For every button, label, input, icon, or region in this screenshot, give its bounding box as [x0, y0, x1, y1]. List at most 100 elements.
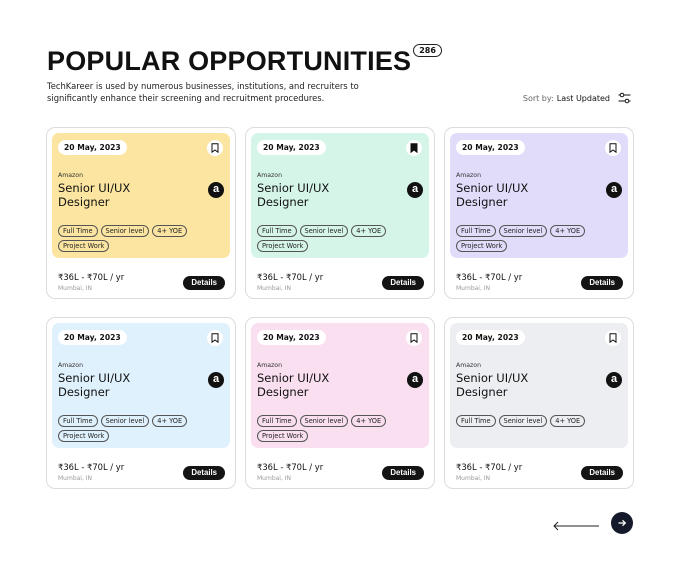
card-header-panel: 20 May, 2023 Amazon Senior UI/UX Designer a… — [52, 133, 230, 258]
posted-date: 20 May, 2023 — [58, 140, 127, 155]
job-location: Mumbai, IN — [257, 285, 292, 292]
job-location: Mumbai, IN — [456, 285, 491, 292]
bookmark-icon[interactable] — [406, 330, 422, 346]
job-card[interactable]: 20 May, 2023 Amazon Senior UI/UX Designer a… — [444, 317, 634, 489]
card-header-panel: 20 May, 2023 Amazon Senior UI/UX Designer a… — [251, 323, 429, 448]
job-tags: Full Time Senior level 4+ YOE — [456, 415, 616, 427]
arrow-left-icon[interactable] — [552, 517, 600, 531]
job-tag: Senior level — [100, 225, 150, 237]
card-header-panel: 20 May, 2023 Amazon Senior UI/UX Designer a… — [251, 133, 429, 258]
job-tag: Full Time — [456, 415, 496, 427]
sort-label: Sort by: — [522, 93, 554, 103]
bookmark-icon[interactable] — [207, 330, 223, 346]
job-tags: Full Time Senior level 4+ YOE Project Work — [456, 225, 616, 252]
amazon-logo-icon: a — [208, 182, 224, 198]
posted-date: 20 May, 2023 — [257, 330, 326, 345]
title-row: POPULAR OPPORTUNITIES 286 — [47, 44, 637, 78]
job-card[interactable]: 20 May, 2023 Amazon Senior UI/UX Designer a… — [245, 127, 435, 299]
job-tag: 4+ YOE — [351, 415, 387, 427]
job-tag: Senior level — [299, 225, 349, 237]
posted-date: 20 May, 2023 — [58, 330, 127, 345]
job-card[interactable]: 20 May, 2023 Amazon Senior UI/UX Designer a… — [444, 127, 634, 299]
job-tag: Full Time — [257, 225, 297, 237]
salary-range: ₹36L - ₹70L / yr — [257, 272, 324, 282]
job-tag: 4+ YOE — [152, 225, 188, 237]
posted-date: 20 May, 2023 — [456, 330, 525, 345]
job-tag: Senior level — [498, 225, 548, 237]
sort-control[interactable]: Sort by: Last Updated — [523, 92, 631, 104]
job-tag: Senior level — [498, 415, 548, 427]
salary-range: ₹36L - ₹70L / yr — [456, 272, 523, 282]
details-button[interactable]: Details — [183, 466, 225, 480]
job-title: Senior UI/UX Designer — [257, 181, 330, 209]
job-location: Mumbai, IN — [257, 475, 292, 482]
card-header-panel: 20 May, 2023 Amazon Senior UI/UX Designer a… — [52, 323, 230, 448]
job-tag: Senior level — [299, 415, 349, 427]
details-button[interactable]: Details — [183, 276, 225, 290]
arrow-right-icon — [618, 519, 627, 527]
amazon-logo-icon: a — [407, 182, 423, 198]
company-name: Amazon — [58, 172, 84, 179]
salary-range: ₹36L - ₹70L / yr — [257, 462, 324, 472]
job-card[interactable]: 20 May, 2023 Amazon Senior UI/UX Designer a… — [245, 317, 435, 489]
bookmark-icon[interactable] — [207, 140, 223, 156]
job-tag: 4+ YOE — [550, 225, 586, 237]
job-card[interactable]: 20 May, 2023 Amazon Senior UI/UX Designer a… — [46, 127, 236, 299]
job-tag: Full Time — [456, 225, 496, 237]
page-title: POPULAR OPPORTUNITIES — [47, 46, 412, 76]
card-header-panel: 20 May, 2023 Amazon Senior UI/UX Designer a… — [450, 133, 628, 258]
amazon-logo-icon: a — [407, 372, 423, 388]
job-tag: 4+ YOE — [351, 225, 387, 237]
bookmark-icon[interactable] — [406, 140, 422, 156]
job-title: Senior UI/UX Designer — [456, 371, 529, 399]
job-tag: Project Work — [58, 240, 110, 252]
job-tag: Full Time — [58, 415, 98, 427]
job-card[interactable]: 20 May, 2023 Amazon Senior UI/UX Designer a… — [46, 317, 236, 489]
job-tag: 4+ YOE — [550, 415, 586, 427]
posted-date: 20 May, 2023 — [456, 140, 525, 155]
job-tags: Full Time Senior level 4+ YOE Project Work — [257, 415, 417, 442]
job-title: Senior UI/UX Designer — [456, 181, 529, 209]
company-name: Amazon — [456, 172, 482, 179]
company-name: Amazon — [58, 362, 84, 369]
details-button[interactable]: Details — [581, 466, 623, 480]
job-tag: Senior level — [100, 415, 150, 427]
job-tag: Full Time — [58, 225, 98, 237]
job-tags: Full Time Senior level 4+ YOE Project Work — [58, 225, 218, 252]
count-badge: 286 — [413, 44, 442, 57]
salary-range: ₹36L - ₹70L / yr — [58, 272, 125, 282]
company-name: Amazon — [456, 362, 482, 369]
job-title: Senior UI/UX Designer — [58, 181, 131, 209]
pagination — [552, 511, 634, 535]
posted-date: 20 May, 2023 — [257, 140, 326, 155]
bookmark-icon[interactable] — [605, 330, 621, 346]
job-tag: Project Work — [257, 430, 309, 442]
details-button[interactable]: Details — [382, 466, 424, 480]
amazon-logo-icon: a — [208, 372, 224, 388]
sort-value[interactable]: Last Updated — [557, 94, 610, 103]
card-header-panel: 20 May, 2023 Amazon Senior UI/UX Designer a… — [450, 323, 628, 448]
job-title: Senior UI/UX Designer — [257, 371, 330, 399]
amazon-logo-icon: a — [606, 372, 622, 388]
company-name: Amazon — [257, 172, 283, 179]
job-location: Mumbai, IN — [58, 475, 93, 482]
page-subtitle: TechKareer is used by numerous businesse… — [47, 81, 359, 103]
company-name: Amazon — [257, 362, 283, 369]
job-tag: Full Time — [257, 415, 297, 427]
salary-range: ₹36L - ₹70L / yr — [456, 462, 523, 472]
job-location: Mumbai, IN — [58, 285, 93, 292]
job-tag: 4+ YOE — [152, 415, 188, 427]
bookmark-icon[interactable] — [605, 140, 621, 156]
job-tags: Full Time Senior level 4+ YOE Project Work — [58, 415, 218, 442]
job-tag: Project Work — [257, 240, 309, 252]
job-tags: Full Time Senior level 4+ YOE Project Work — [257, 225, 417, 252]
details-button[interactable]: Details — [581, 276, 623, 290]
sliders-icon[interactable] — [618, 92, 631, 104]
job-location: Mumbai, IN — [456, 475, 491, 482]
next-page-button[interactable] — [611, 512, 633, 534]
amazon-logo-icon: a — [606, 182, 622, 198]
job-title: Senior UI/UX Designer — [58, 371, 131, 399]
salary-range: ₹36L - ₹70L / yr — [58, 462, 125, 472]
details-button[interactable]: Details — [382, 276, 424, 290]
job-tag: Project Work — [456, 240, 508, 252]
